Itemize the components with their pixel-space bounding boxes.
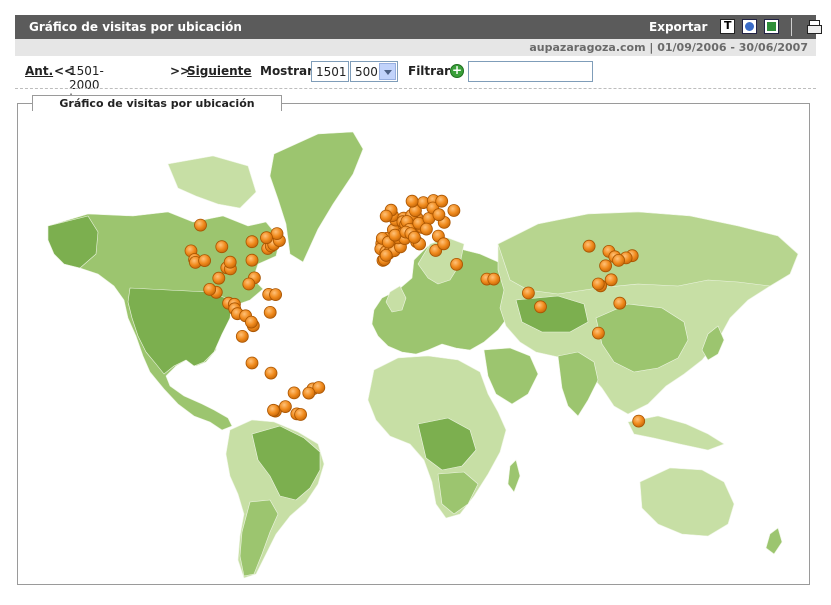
visit-marker[interactable] xyxy=(592,326,605,340)
export-word-icon[interactable] xyxy=(742,19,757,34)
export-label: Exportar xyxy=(649,20,708,34)
visit-marker[interactable] xyxy=(632,414,646,428)
visit-marker[interactable] xyxy=(203,282,217,296)
divider xyxy=(15,88,816,89)
visit-marker[interactable] xyxy=(235,329,249,343)
prev-link[interactable]: Ant. xyxy=(25,64,53,78)
visit-marker[interactable] xyxy=(591,277,605,291)
export-excel-icon[interactable] xyxy=(764,19,779,34)
filter-input[interactable] xyxy=(468,61,593,82)
visit-marker[interactable] xyxy=(215,240,229,254)
visit-marker[interactable] xyxy=(294,408,308,421)
visit-marker[interactable] xyxy=(278,400,292,414)
visit-marker[interactable] xyxy=(534,300,547,314)
chevron-down-icon[interactable] xyxy=(379,63,396,80)
visit-marker[interactable] xyxy=(435,194,449,208)
visit-marker[interactable] xyxy=(245,235,259,249)
visit-marker[interactable] xyxy=(263,305,277,319)
visit-marker[interactable] xyxy=(521,286,535,300)
filter-label: Filtrar xyxy=(408,64,451,78)
site-info-bar: aupazaragoza.com | 01/09/2006 - 30/06/20… xyxy=(15,39,816,56)
visit-marker[interactable] xyxy=(245,253,259,267)
visit-marker[interactable] xyxy=(260,231,273,245)
visit-marker[interactable] xyxy=(379,209,393,223)
visit-marker[interactable] xyxy=(194,218,207,232)
page-size-select[interactable]: 500 xyxy=(350,61,398,82)
start-value: 1501 xyxy=(316,65,347,79)
visit-marker[interactable] xyxy=(264,366,278,380)
toolbar-divider xyxy=(791,18,792,36)
visit-marker[interactable] xyxy=(613,296,627,310)
add-filter-icon[interactable]: + xyxy=(450,64,464,78)
visit-marker[interactable] xyxy=(582,239,596,253)
visit-marker[interactable] xyxy=(612,253,625,267)
visit-marker[interactable] xyxy=(302,386,316,400)
visit-marker[interactable] xyxy=(405,194,419,208)
title-bar: Gráfico de visitas por ubicación Exporta… xyxy=(15,15,822,39)
print-icon[interactable] xyxy=(807,19,822,34)
start-input[interactable]: 1501 xyxy=(311,61,349,82)
visit-marker[interactable] xyxy=(447,204,461,217)
panel-title: Gráfico de visitas por ubicación xyxy=(59,97,255,110)
visit-marker[interactable] xyxy=(212,271,226,285)
visit-marker[interactable] xyxy=(437,237,451,251)
visit-marker[interactable] xyxy=(267,403,280,417)
visit-marker[interactable] xyxy=(450,257,464,271)
page-size-value: 500 xyxy=(355,65,378,79)
visit-marker[interactable] xyxy=(419,222,433,236)
visit-marker[interactable] xyxy=(407,230,421,244)
next-link[interactable]: Siguiente xyxy=(187,64,252,78)
page-title: Gráfico de visitas por ubicación xyxy=(29,20,242,34)
visit-marker[interactable] xyxy=(388,228,402,242)
visit-marker[interactable] xyxy=(269,288,283,302)
visit-marker[interactable] xyxy=(604,273,618,287)
visit-marker[interactable] xyxy=(245,356,259,370)
visit-marker[interactable] xyxy=(223,255,237,269)
visit-marker[interactable] xyxy=(599,259,612,273)
export-text-icon[interactable] xyxy=(720,19,735,34)
panel-tab: Gráfico de visitas por ubicación xyxy=(32,95,282,111)
show-label: Mostrar xyxy=(260,64,313,78)
visit-marker[interactable] xyxy=(432,208,446,222)
visit-marker[interactable] xyxy=(198,254,212,268)
world-map xyxy=(18,104,809,584)
visit-marker[interactable] xyxy=(244,315,258,329)
visit-marker[interactable] xyxy=(379,248,393,262)
visit-marker[interactable] xyxy=(287,386,301,400)
visit-marker[interactable] xyxy=(487,272,501,286)
site-info: aupazaragoza.com | 01/09/2006 - 30/06/20… xyxy=(529,41,808,54)
visit-marker[interactable] xyxy=(242,277,256,291)
